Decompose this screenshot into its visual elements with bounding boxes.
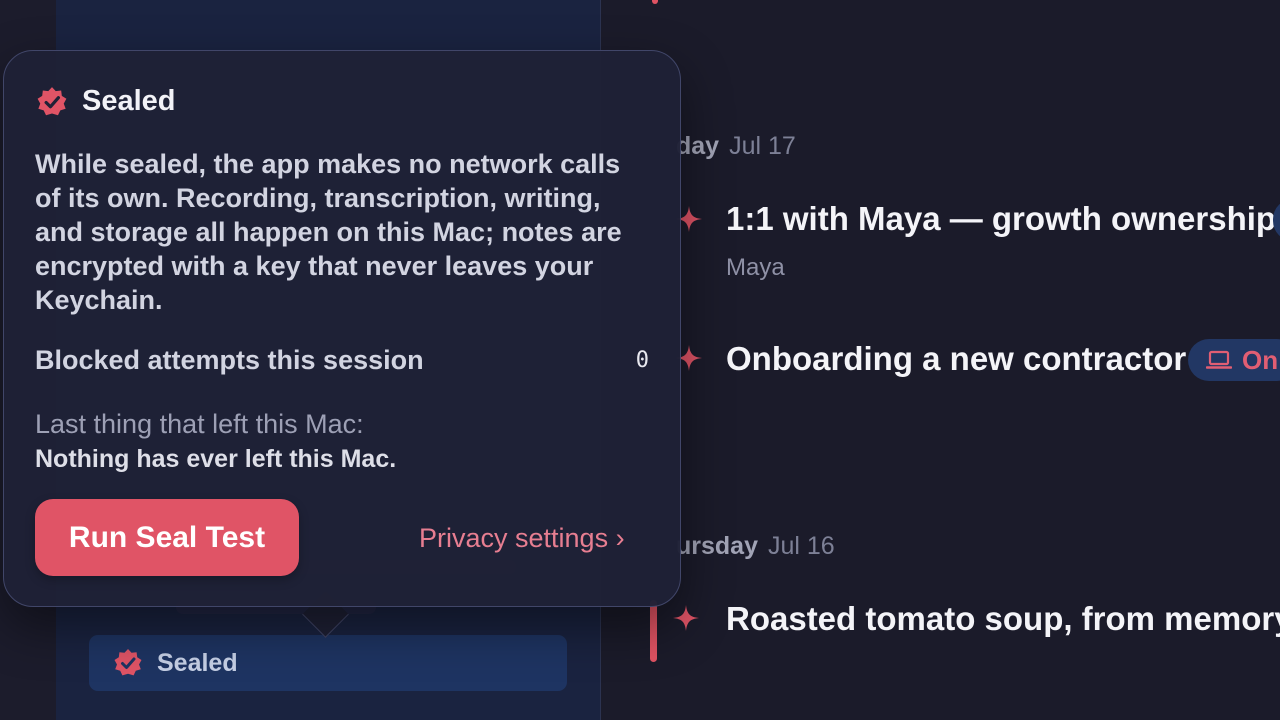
last-left-label: Last thing that left this Mac: — [35, 409, 364, 439]
laptop-icon — [1206, 350, 1232, 369]
event-title[interactable]: Onboarding a new contractor — [726, 340, 1186, 378]
sparkle-icon — [673, 605, 699, 631]
seal-popover: Sealed While sealed, the app makes no ne… — [3, 50, 681, 607]
popover-header: Sealed — [36, 85, 176, 118]
last-left-value: Nothing has ever left this Mac. — [35, 445, 397, 473]
event-title[interactable]: Roasted tomato soup, from memory — [726, 600, 1280, 638]
day-date: Jul 16 — [767, 532, 835, 560]
event-tag-label: On — [1242, 344, 1279, 375]
sealed-badge-icon — [114, 649, 142, 676]
seal-status-button[interactable]: Sealed — [89, 635, 567, 691]
day-header: ursday Jul 16 — [676, 532, 835, 561]
blocked-attempts-count: 0 — [635, 348, 649, 373]
privacy-settings-link[interactable]: Privacy settings › — [419, 523, 625, 554]
day-date: Jul 17 — [729, 132, 796, 160]
day-name: ursday — [676, 532, 758, 560]
run-seal-test-button[interactable]: Run Seal Test — [35, 499, 299, 576]
day-header: day Jul 17 — [676, 132, 796, 161]
event-tag[interactable]: On — [1188, 339, 1280, 381]
seal-status-label: Sealed — [157, 648, 238, 677]
blocked-attempts-label: Blocked attempts this session — [35, 345, 424, 375]
day-name: day — [676, 132, 720, 160]
popover-description: While sealed, the app makes no network c… — [35, 149, 622, 315]
blocked-attempts-row: Blocked attempts this session 0 — [35, 345, 649, 376]
popover-title: Sealed — [82, 85, 176, 117]
event-subtitle: Maya — [726, 254, 785, 281]
sealed-badge-icon — [37, 86, 67, 115]
current-item-indicator — [650, 600, 657, 662]
event-title[interactable]: 1:1 with Maya — growth ownership — [726, 200, 1276, 238]
